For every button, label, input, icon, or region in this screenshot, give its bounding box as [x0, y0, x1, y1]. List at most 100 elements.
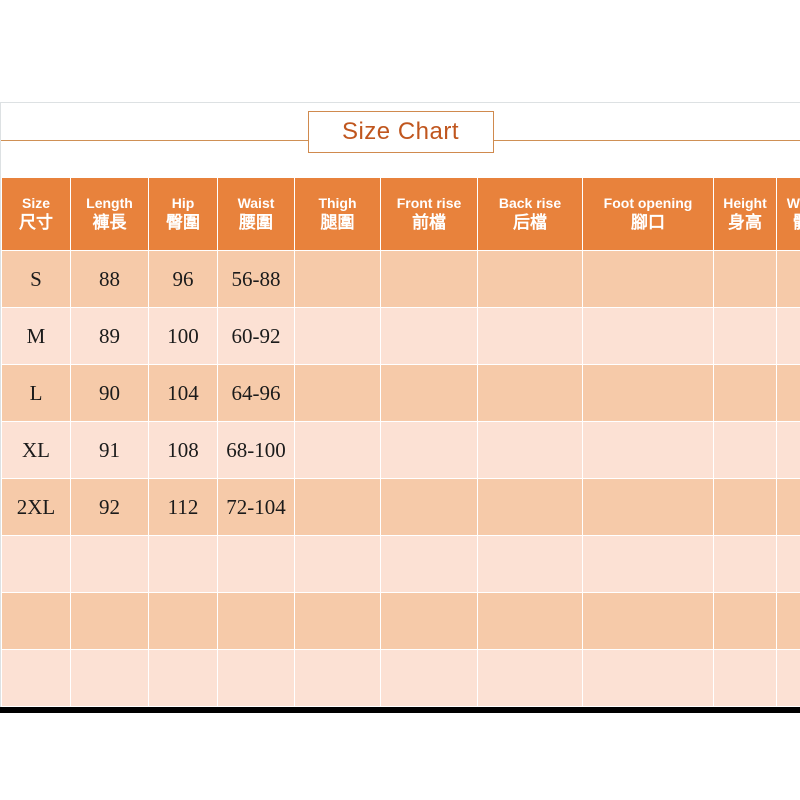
column-header-en: Front rise: [396, 195, 462, 212]
column-header-cn: 后檔: [513, 213, 547, 233]
cell-hip: [148, 592, 218, 650]
cell-foot-opening: [582, 535, 714, 593]
cell-waist: [217, 649, 295, 707]
cell-back-rise: [477, 535, 583, 593]
table-row: 2XL 92 112 72-104: [1, 478, 800, 536]
column-header-hip: Hip 臀圍: [148, 177, 218, 251]
cell-waist: [217, 592, 295, 650]
size-chart-table: Size 尺寸 Length 褲長 Hip 臀圍 Waist 腰圍 Thigh 腿圍 Front r…: [1, 177, 800, 707]
column-header-cn: 前檔: [412, 213, 446, 233]
cell-hip: 112: [148, 478, 218, 536]
column-header-en: Hip: [171, 195, 195, 212]
table-body: S 88 96 56-88 M 89 100 60-92 L 90 104 64-96 XL 91 108 6…: [1, 250, 800, 707]
cell-back-rise: [477, 421, 583, 479]
cell-hip: 104: [148, 364, 218, 422]
cell-hip: 108: [148, 421, 218, 479]
cell-thigh: [294, 649, 381, 707]
cell-back-rise: [477, 307, 583, 365]
cell-length: [70, 649, 149, 707]
table-row: [1, 592, 800, 650]
cell-waist: 60-92: [217, 307, 295, 365]
cell-front-rise: [380, 421, 478, 479]
cell-foot-opening: [582, 421, 714, 479]
cell-length: 91: [70, 421, 149, 479]
cell-thigh: [294, 478, 381, 536]
cell-hip: 100: [148, 307, 218, 365]
cell-height: [713, 592, 777, 650]
column-header-cn: 褲長: [92, 213, 127, 233]
table-row: M 89 100 60-92: [1, 307, 800, 365]
cell-thigh: [294, 421, 381, 479]
bottom-black-bar: [0, 707, 800, 713]
cell-thigh: [294, 307, 381, 365]
column-header-size: Size 尺寸: [1, 177, 71, 251]
cell-hip: [148, 649, 218, 707]
column-header-en: Foot opening: [603, 195, 693, 212]
cell-front-rise: [380, 307, 478, 365]
cell-back-rise: [477, 592, 583, 650]
cell-size: [1, 649, 71, 707]
cell-weight: [776, 307, 800, 365]
cell-front-rise: [380, 649, 478, 707]
cell-thigh: [294, 364, 381, 422]
column-header-waist: Waist 腰圍: [217, 177, 295, 251]
cell-thigh: [294, 592, 381, 650]
cell-front-rise: [380, 250, 478, 308]
cell-height: [713, 649, 777, 707]
table-row: L 90 104 64-96: [1, 364, 800, 422]
cell-waist: [217, 535, 295, 593]
cell-size: XL: [1, 421, 71, 479]
cell-weight: [776, 364, 800, 422]
column-header-cn: 體重: [777, 213, 800, 233]
cell-weight: [776, 649, 800, 707]
column-header-length: Length 褲長: [70, 177, 149, 251]
column-header-height: Height 身高: [713, 177, 777, 251]
cell-length: 88: [70, 250, 149, 308]
cell-back-rise: [477, 250, 583, 308]
column-header-foot-opening: Foot opening 腳口: [582, 177, 714, 251]
table-row: [1, 535, 800, 593]
column-header-en: Height: [723, 195, 767, 212]
column-header-thigh: Thigh 腿圍: [294, 177, 381, 251]
column-header-cn: 腰圍: [239, 213, 273, 233]
cell-thigh: [294, 535, 381, 593]
column-header-cn: 尺寸: [19, 213, 53, 233]
cell-foot-opening: [582, 592, 714, 650]
column-header-en: Length: [86, 195, 133, 212]
page-title: Size Chart: [341, 118, 460, 145]
column-header-en: Weight: [786, 195, 800, 212]
cell-weight: [776, 250, 800, 308]
cell-length: 89: [70, 307, 149, 365]
cell-height: [713, 307, 777, 365]
cell-waist: 68-100: [217, 421, 295, 479]
cell-front-rise: [380, 364, 478, 422]
table-header: Size 尺寸 Length 褲長 Hip 臀圍 Waist 腰圍 Thigh 腿圍 Front r…: [1, 177, 800, 251]
cell-length: 90: [70, 364, 149, 422]
title-box: Size Chart: [307, 111, 494, 153]
cell-back-rise: [477, 478, 583, 536]
cell-height: [713, 478, 777, 536]
column-header-cn: 身高: [728, 213, 762, 233]
cell-back-rise: [477, 649, 583, 707]
cell-height: [713, 421, 777, 479]
cell-thigh: [294, 250, 381, 308]
cell-hip: 96: [148, 250, 218, 308]
cell-waist: 56-88: [217, 250, 295, 308]
cell-length: [70, 592, 149, 650]
column-header-en: Size: [21, 195, 50, 212]
column-header-back-rise: Back rise 后檔: [477, 177, 583, 251]
cell-size: [1, 535, 71, 593]
cell-size: L: [1, 364, 71, 422]
cell-back-rise: [477, 364, 583, 422]
table-header-row: Size 尺寸 Length 褲長 Hip 臀圍 Waist 腰圍 Thigh 腿圍 Front r…: [1, 177, 800, 251]
cell-foot-opening: [582, 649, 714, 707]
cell-size: M: [1, 307, 71, 365]
cell-front-rise: [380, 478, 478, 536]
cell-height: [713, 364, 777, 422]
cell-size: [1, 592, 71, 650]
table-row: XL 91 108 68-100: [1, 421, 800, 479]
table-row: S 88 96 56-88: [1, 250, 800, 308]
cell-foot-opening: [582, 478, 714, 536]
column-header-cn: 腳口: [631, 213, 665, 233]
column-header-en: Waist: [237, 195, 275, 212]
